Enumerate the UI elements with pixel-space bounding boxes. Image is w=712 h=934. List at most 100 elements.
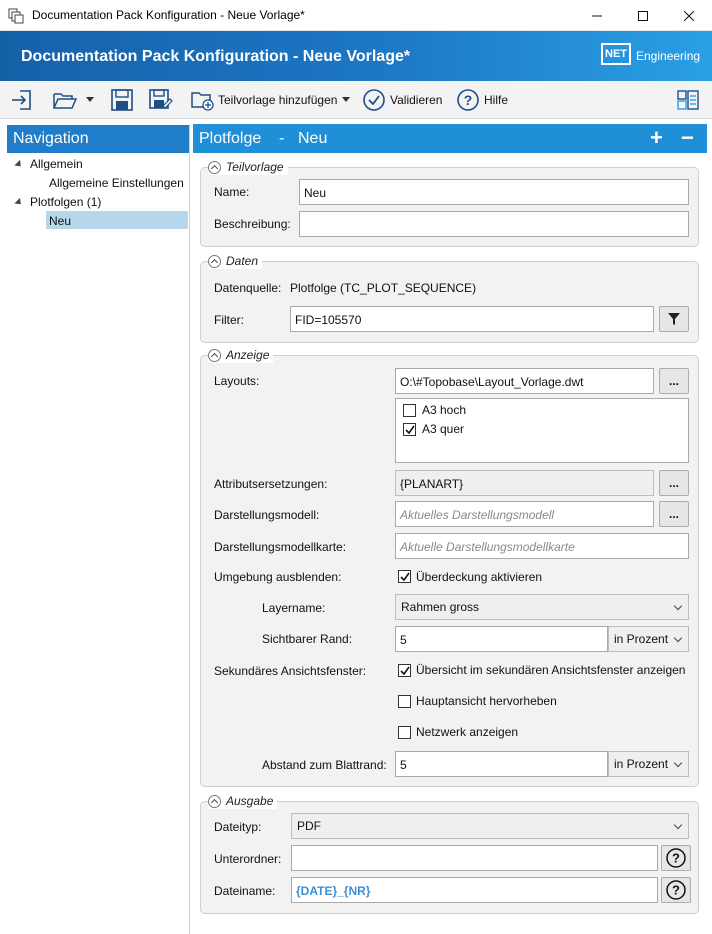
save-button[interactable] <box>110 87 134 113</box>
net-logo: NET <box>601 43 631 65</box>
layout-a3-quer-label: A3 quer <box>422 422 465 436</box>
add-button[interactable]: + <box>650 127 663 149</box>
maximize-button[interactable] <box>620 0 666 31</box>
svg-text:?: ? <box>672 883 680 898</box>
border-input[interactable]: 5 <box>395 626 608 652</box>
filter-button[interactable] <box>659 306 689 332</box>
funnel-icon <box>668 313 680 325</box>
border-unit-select[interactable]: in Prozent <box>608 626 689 652</box>
teilvorlage-group-title[interactable]: Teilvorlage <box>208 159 288 175</box>
help-icon: ? <box>666 848 686 868</box>
layout-a3-quer-checkbox[interactable] <box>403 423 416 436</box>
tree-item-allgemeine-einstellungen[interactable]: Allgemeine Einstellungen <box>49 176 184 190</box>
toolbar: Teilvorlage hinzufügen Validieren ? Hilf… <box>0 81 712 119</box>
modelmap-label: Darstellungsmodellkarte: <box>214 540 347 554</box>
ausgabe-group-title[interactable]: Ausgabe <box>208 793 278 809</box>
attr-label: Attributsersetzungen: <box>214 477 328 491</box>
tree-item-allgemein[interactable]: Allgemein <box>30 157 83 171</box>
layouts-input[interactable]: O:\#Topobase\Layout_Vorlage.dwt <box>395 368 654 394</box>
checkmark-icon <box>400 666 410 676</box>
ausgabe-title: Ausgabe <box>226 794 274 808</box>
model-browse-button[interactable]: ... <box>659 501 689 527</box>
hide-env-label: Umgebung ausblenden: <box>214 570 342 584</box>
help-icon: ? <box>457 89 479 111</box>
validate-label: Validieren <box>390 93 443 107</box>
collapse-icon[interactable] <box>208 160 221 174</box>
import-icon <box>12 90 31 110</box>
modelmap-input[interactable]: Aktuelle Darstellungsmodellkarte <box>395 533 689 559</box>
datasource-value: Plotfolge (TC_PLOT_SEQUENCE) <box>290 281 477 295</box>
description-input[interactable] <box>299 211 689 237</box>
collapse-icon[interactable] <box>208 254 221 268</box>
help-label: Hilfe <box>484 93 509 107</box>
layout-toggle-button[interactable] <box>676 87 700 113</box>
add-subtemplate-button[interactable]: Teilvorlage hinzufügen <box>190 87 351 113</box>
checkmark-icon <box>405 425 415 435</box>
chevron-down-icon <box>86 97 94 102</box>
help-button[interactable]: ? Hilfe <box>456 87 508 113</box>
filename-input[interactable]: {DATE}_{NR} <box>291 877 658 903</box>
panel-header: Plotfolge - Neu + − <box>193 124 707 153</box>
network-label: Netzwerk anzeigen <box>416 725 519 739</box>
layout-a3-hoch-checkbox[interactable] <box>403 404 416 417</box>
margin-input[interactable]: 5 <box>395 751 608 777</box>
chevron-down-icon <box>673 820 683 830</box>
window-title: Documentation Pack Konfiguration - Neue … <box>32 8 305 22</box>
network-checkbox[interactable] <box>398 726 411 739</box>
layouts-label: Layouts: <box>214 374 260 388</box>
chevron-down-icon <box>673 758 683 768</box>
daten-group-title[interactable]: Daten <box>208 253 263 269</box>
subfolder-label: Unterordner: <box>214 852 282 866</box>
filetype-select-value: PDF <box>297 819 321 833</box>
panel-separator: - <box>279 130 285 147</box>
margin-unit-value: in Prozent <box>614 757 669 771</box>
filter-input[interactable]: FID=105570 <box>290 306 654 332</box>
folder-add-icon <box>191 92 214 111</box>
minimize-button[interactable] <box>574 0 620 31</box>
validate-button[interactable]: Validieren <box>362 87 442 113</box>
border-unit-value: in Prozent <box>614 632 669 646</box>
layer-label: Layername: <box>262 601 326 615</box>
margin-unit-select[interactable]: in Prozent <box>608 751 689 777</box>
save-as-button[interactable] <box>148 87 174 113</box>
banner-title: Documentation Pack Konfiguration - Neue … <box>21 48 411 65</box>
remove-button[interactable]: − <box>681 127 694 149</box>
save-icon <box>111 89 133 111</box>
name-input[interactable]: Neu <box>299 179 689 205</box>
open-dropdown-button[interactable] <box>86 87 94 113</box>
collapse-icon[interactable] <box>208 348 221 362</box>
subfolder-input[interactable] <box>291 845 658 871</box>
open-button[interactable] <box>52 87 78 113</box>
model-input[interactable]: Aktuelles Darstellungsmodell <box>395 501 654 527</box>
border-label: Sichtbarer Rand: <box>262 632 353 646</box>
layouts-browse-button[interactable]: ... <box>659 368 689 394</box>
import-button[interactable] <box>10 87 34 113</box>
app-icon <box>8 8 24 24</box>
attr-browse-button[interactable]: ... <box>659 470 689 496</box>
filter-label: Filter: <box>214 313 244 327</box>
highlight-checkbox[interactable] <box>398 695 411 708</box>
close-button[interactable] <box>666 0 712 31</box>
description-label: Beschreibung: <box>214 217 291 231</box>
panel-layout-icon <box>677 90 699 110</box>
help-icon: ? <box>666 880 686 900</box>
minimize-icon <box>592 15 602 16</box>
datasource-label: Datenquelle: <box>214 281 282 295</box>
attr-input[interactable]: {PLANART} <box>395 470 654 496</box>
tree-expand-icon[interactable] <box>14 197 24 208</box>
tree-expand-icon[interactable] <box>14 159 24 170</box>
model-label: Darstellungsmodell: <box>214 508 320 522</box>
subfolder-help-button[interactable]: ? <box>661 845 691 871</box>
layer-select[interactable]: Rahmen gross <box>395 594 689 620</box>
tree-item-neu[interactable]: Neu <box>49 214 71 228</box>
overlay-checkbox[interactable] <box>398 570 411 583</box>
filename-help-button[interactable]: ? <box>661 877 691 903</box>
filetype-select[interactable]: PDF <box>291 813 689 839</box>
anzeige-group-title[interactable]: Anzeige <box>208 347 274 363</box>
close-icon <box>684 10 694 21</box>
collapse-icon[interactable] <box>208 794 221 808</box>
tree-item-plotfolgen[interactable]: Plotfolgen (1) <box>30 195 101 209</box>
overview-checkbox[interactable] <box>398 664 411 677</box>
highlight-label: Hauptansicht hervorheben <box>416 694 557 708</box>
panel-item-name: Neu <box>298 130 328 147</box>
